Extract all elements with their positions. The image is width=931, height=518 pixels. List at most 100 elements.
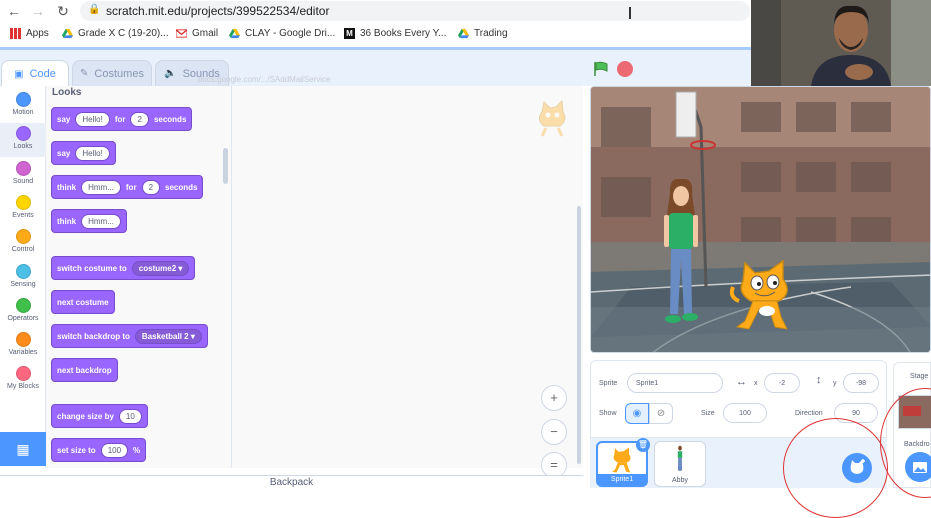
category-dot-icon [15,332,31,348]
x-value: -2 [778,379,786,387]
abby-thumbnail [677,445,683,471]
webcam-overlay [751,0,931,86]
category-sound[interactable]: Sound [0,158,46,192]
category-operators[interactable]: Operators [0,295,46,329]
block-text: say [57,148,71,158]
looks-block[interactable]: say Hello! [51,141,116,165]
looks-block[interactable]: think Hmm... [51,209,127,233]
sprite-name: Sprite1 [598,474,646,485]
browser-chrome: ← → ↻ 🔒 scratch.mit.edu/projects/3995225… [0,0,751,50]
zoom-out-button[interactable]: − [541,419,567,445]
bookmark-36-books[interactable]: M 36 Books Every Y... [344,25,446,41]
tab-code[interactable]: ▣ Code [1,60,69,87]
palette-scrollbar[interactable] [223,148,228,184]
sprite1-thumbnail [612,447,631,473]
y-position-input[interactable]: -98 [843,373,879,393]
annotation-ring [880,388,931,498]
bookmark-label: Trading [474,27,508,39]
category-dot-icon [15,366,31,382]
category-dot-icon [15,263,31,279]
category-looks[interactable]: Looks [0,123,46,158]
block-text: think [57,216,77,226]
block-input[interactable]: Hmm... [81,213,121,229]
looks-block[interactable]: change size by 10 [51,404,148,428]
category-variables[interactable]: Variables [0,329,46,363]
bookmark-apps[interactable]: Apps [10,25,49,41]
bookmark-label: Gmail [192,27,219,39]
x-position-input[interactable]: -2 [764,373,800,393]
block-text: % [133,445,141,455]
looks-block[interactable]: think Hmm... for 2 seconds [51,175,204,199]
block-text: switch costume to [57,263,127,273]
delete-sprite-button[interactable]: 🗑 [636,438,650,452]
block-input[interactable]: Hello! [75,111,110,127]
tab-costumes[interactable]: ✎ Costumes [72,60,152,86]
size-input[interactable]: 100 [723,403,767,423]
reload-icon[interactable]: ↻ [55,3,71,19]
script-area-scrollbar[interactable] [577,206,581,464]
category-control[interactable]: Control [0,226,46,260]
green-flag-icon[interactable] [593,61,609,77]
show-hidden-button[interactable]: ⊘ [649,403,673,424]
looks-block[interactable]: switch costume to costume2 ▾ [51,256,196,280]
y-arrows-icon: ↕ [816,374,822,386]
gmail-icon [176,28,187,38]
zoom-in-icon: + [550,390,558,405]
google-drive-icon [62,28,73,38]
sprite-name-input[interactable]: Sprite1 [627,373,723,393]
stop-icon[interactable] [617,61,633,77]
stage-canvas[interactable] [590,86,931,353]
abby-sprite[interactable] [661,179,701,331]
google-drive-icon [229,28,240,38]
block-input[interactable]: 100 [100,442,129,458]
bookmark-gmail[interactable]: Gmail [176,25,218,41]
category-motion[interactable]: Motion [0,89,46,123]
url-text[interactable]: scratch.mit.edu/projects/399522534/edito… [106,4,329,18]
scratch-cat-sprite[interactable] [729,257,799,333]
sprite-thumb-abby[interactable]: Abby [654,441,706,487]
block-input[interactable]: Hello! [75,145,110,161]
looks-block[interactable]: say Hello! for 2 seconds [51,107,193,131]
direction-label: Direction [795,410,823,417]
block-dropdown[interactable]: costume2 ▾ [131,260,190,276]
category-sensing[interactable]: Sensing [0,261,46,295]
bookmark-clay[interactable]: CLAY - Google Dri... [229,25,335,41]
presenter-video [751,0,931,86]
medium-icon: M [344,27,355,39]
looks-block[interactable]: switch backdrop to Basketball 2 ▾ [51,324,208,348]
apps-grid-icon [10,27,21,39]
forward-arrow-icon[interactable]: → [30,3,46,19]
looks-block[interactable]: next backdrop [51,358,118,382]
block-input[interactable]: 2 [141,179,161,195]
category-dot-icon [15,160,31,176]
script-area[interactable] [232,86,583,468]
x-label: x [754,380,758,387]
block-input[interactable]: 10 [118,408,142,424]
size-value: 100 [739,409,751,417]
block-text: set size to [57,445,96,455]
bookmark-label: CLAY - Google Dri... [245,27,336,39]
block-text: switch backdrop to [57,331,130,341]
category-events[interactable]: Events [0,192,46,226]
block-input[interactable]: 2 [130,111,149,127]
bookmark-trading[interactable]: Trading [458,25,508,41]
looks-block[interactable]: set size to 100% [51,438,147,462]
block-input[interactable]: Hmm... [81,179,121,195]
category-my-blocks[interactable]: My Blocks [0,363,46,397]
looks-block[interactable]: next costume [51,290,115,314]
show-visible-button[interactable]: ◉ [625,403,649,424]
bookmark-grade-x[interactable]: Grade X C (19-20)... [62,25,169,41]
category-label: Variables [8,349,38,357]
y-value: -98 [855,379,867,387]
eye-slash-icon: ⊘ [656,408,666,419]
zoom-in-button[interactable]: + [541,385,567,411]
editor-tab-bar: ▣ Code ✎ Costumes 🔈 Sounds [0,50,751,87]
add-extension-button[interactable]: ▦ [0,432,46,466]
code-icon: ▣ [14,68,24,80]
backpack-bar[interactable]: Backpack [0,475,583,488]
category-label: Control [11,246,35,254]
category-label: Looks [13,143,33,151]
back-arrow-icon[interactable]: ← [6,3,22,19]
block-text: think [57,182,77,192]
block-dropdown[interactable]: Basketball 2 ▾ [134,328,202,344]
